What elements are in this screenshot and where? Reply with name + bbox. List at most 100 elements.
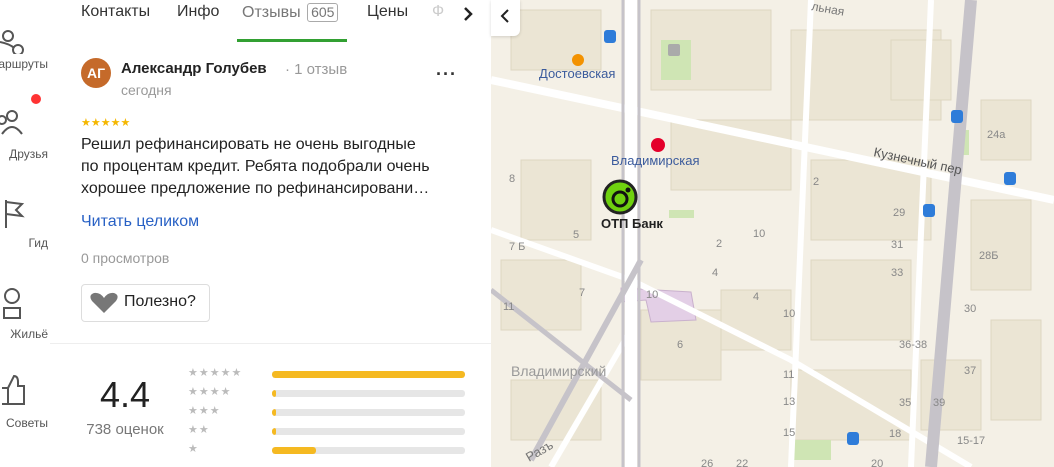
house-number-label: 24а bbox=[987, 129, 1006, 141]
metro-icon[interactable] bbox=[572, 54, 584, 66]
rating-bar-fill bbox=[272, 390, 276, 397]
sidebar-item-label: Маршруты bbox=[0, 57, 48, 71]
map-canvas[interactable]: Достоевская Владимирская ОТП Банк Кузнеч… bbox=[491, 0, 1054, 467]
rating-count: 738 оценок bbox=[86, 421, 164, 438]
house-number-label: 6 bbox=[677, 339, 683, 351]
tab-info[interactable]: Инфо bbox=[177, 3, 219, 21]
house-number-label: 35 bbox=[899, 397, 911, 409]
chevron-right-icon bbox=[464, 7, 473, 21]
house-number-label: 4 bbox=[712, 267, 718, 279]
church-icon[interactable] bbox=[668, 44, 680, 56]
sidebar-item-guide[interactable]: Гид bbox=[0, 196, 50, 266]
rating-distribution-row: ★★★★ bbox=[188, 385, 468, 401]
sidebar-item-label: Друзья bbox=[9, 147, 48, 161]
left-rail: Маршруты Друзья Гид Жильё Советы bbox=[0, 0, 51, 467]
tram-stop-icon[interactable] bbox=[1004, 172, 1016, 185]
business-panel: Контакты Инфо Отзывы 605 Цены Ф АГ Алекс… bbox=[50, 0, 491, 467]
tram-stop-icon[interactable] bbox=[923, 204, 935, 217]
tab-reviews-label: Отзывы bbox=[242, 4, 301, 21]
house-number-label: 37 bbox=[964, 365, 976, 377]
map-view[interactable]: Достоевская Владимирская ОТП Банк Кузнеч… bbox=[491, 0, 1054, 467]
sidebar-item-friends[interactable]: Друзья bbox=[0, 102, 50, 172]
house-number-label: 10 bbox=[646, 289, 658, 301]
house-number-label: 2 bbox=[716, 238, 722, 250]
sidebar-item-label: Гид bbox=[28, 236, 48, 250]
house-number-label: 36-38 bbox=[899, 339, 927, 351]
rating-average: 4.4 bbox=[99, 374, 151, 415]
sidebar-item-tips[interactable]: Советы bbox=[0, 372, 50, 442]
house-number-label: 31 bbox=[891, 239, 903, 251]
house-number-label: 10 bbox=[753, 228, 765, 240]
tab-prices[interactable]: Цены bbox=[367, 3, 408, 21]
sidebar-item-label: Жильё bbox=[10, 327, 48, 341]
routes-icon bbox=[0, 30, 24, 54]
house-number-label: 5 bbox=[573, 229, 579, 241]
tab-contacts[interactable]: Контакты bbox=[81, 3, 150, 21]
rating-bar-track bbox=[272, 371, 465, 378]
review-author[interactable]: Александр Голубев bbox=[121, 60, 267, 77]
friends-icon bbox=[0, 110, 23, 135]
street-label: Владимирский bbox=[511, 363, 606, 379]
rating-bar-fill bbox=[272, 409, 276, 416]
sidebar-item-housing[interactable]: Жильё bbox=[0, 284, 50, 354]
rating-distribution-row: ★ bbox=[188, 442, 468, 458]
house-number-label: 8 bbox=[509, 173, 515, 185]
house-number-label: 15-17 bbox=[957, 435, 985, 447]
metro-label[interactable]: Достоевская bbox=[539, 66, 615, 81]
reviews-count-badge: 605 bbox=[307, 3, 339, 22]
rating-bar-track bbox=[272, 409, 465, 416]
sidebar-item-label: Советы bbox=[6, 416, 48, 430]
house-number-label: 20 bbox=[871, 458, 883, 467]
tram-stop-icon[interactable] bbox=[604, 30, 616, 43]
house-number-label: 18 bbox=[889, 428, 901, 440]
useful-button[interactable]: Полезно? bbox=[81, 284, 210, 322]
useful-button-label: Полезно? bbox=[124, 293, 196, 310]
rating-bar-fill bbox=[272, 428, 276, 435]
house-number-label: 4 bbox=[753, 291, 759, 303]
rating-row-stars: ★★ bbox=[188, 424, 210, 436]
sidebar-item-routes[interactable]: Маршруты bbox=[0, 14, 50, 84]
chevron-left-icon bbox=[500, 9, 509, 23]
rating-bar-fill bbox=[272, 447, 317, 454]
collapse-panel-button[interactable] bbox=[491, 0, 520, 36]
bank-label[interactable]: ОТП Банк bbox=[601, 216, 663, 231]
review-text-line: Решил рефинансировать не очень выгодные bbox=[81, 136, 416, 153]
metro-label[interactable]: Владимирская bbox=[611, 153, 700, 168]
tram-stop-icon[interactable] bbox=[951, 110, 963, 123]
rating-distribution-row: ★★ bbox=[188, 423, 468, 439]
views-count: 0 просмотров bbox=[81, 250, 170, 266]
rating-row-stars: ★★★★★ bbox=[188, 367, 243, 379]
review-author-meta: · 1 отзыв bbox=[285, 61, 348, 78]
review-stars: ★★★★★ bbox=[81, 117, 131, 129]
house-number-label: 22 bbox=[736, 458, 748, 467]
review-text-line: хорошее предложение по рефинансировани… bbox=[81, 180, 430, 197]
house-number-label: 7 Б bbox=[509, 241, 525, 253]
thumbs-up-icon bbox=[2, 374, 25, 405]
rating-row-stars: ★★★ bbox=[188, 405, 221, 417]
read-more-link[interactable]: Читать целиком bbox=[81, 213, 199, 231]
house-number-label: 10 bbox=[783, 308, 795, 320]
review-text: Решил рефинансировать не очень выгодные … bbox=[81, 134, 476, 200]
tabs-next-button[interactable] bbox=[453, 0, 491, 30]
rating-row-stars: ★★★★ bbox=[188, 386, 232, 398]
house-number-label: 26 bbox=[701, 458, 713, 467]
house-number-label: 11 bbox=[783, 369, 794, 381]
rating-bar-fill bbox=[272, 371, 465, 378]
house-number-label: 15 bbox=[783, 427, 795, 439]
avatar[interactable]: АГ bbox=[81, 58, 111, 88]
section-divider bbox=[50, 343, 491, 344]
house-number-label: 29 bbox=[893, 207, 905, 219]
rating-distribution-row: ★★★ bbox=[188, 404, 468, 420]
house-number-label: 39 bbox=[933, 397, 945, 409]
bank-marker-icon[interactable] bbox=[602, 179, 638, 215]
rating-bar-track bbox=[272, 390, 465, 397]
more-options-button[interactable]: ··· bbox=[436, 64, 457, 85]
rating-row-stars: ★ bbox=[188, 443, 199, 455]
tram-stop-icon[interactable] bbox=[847, 432, 859, 445]
tab-reviews[interactable]: Отзывы 605 bbox=[242, 3, 339, 22]
housing-icon bbox=[3, 288, 21, 319]
tab-photos[interactable]: Ф bbox=[432, 3, 444, 21]
metro-icon[interactable] bbox=[651, 138, 665, 152]
house-number-label: 7 bbox=[579, 287, 585, 299]
active-tab-indicator bbox=[237, 39, 347, 42]
